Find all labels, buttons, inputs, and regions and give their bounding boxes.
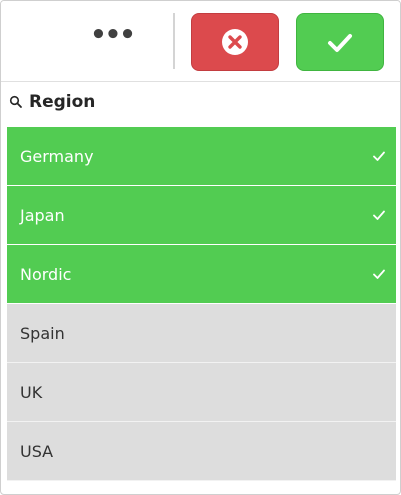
search-icon[interactable] bbox=[9, 95, 23, 109]
close-circle-icon bbox=[222, 29, 248, 55]
value-list: Germany Japan Nordic Spain UK USA bbox=[7, 127, 396, 481]
more-dots-icon: ••• bbox=[90, 20, 136, 50]
check-icon bbox=[373, 269, 385, 279]
selection-toolbar: ••• bbox=[1, 1, 400, 81]
selection-popover: ••• Region Germany Japan Nordic Spain UK… bbox=[0, 0, 401, 495]
list-item-nordic[interactable]: Nordic bbox=[7, 245, 396, 304]
list-item-usa[interactable]: USA bbox=[7, 422, 396, 481]
list-header: Region bbox=[1, 81, 400, 121]
confirm-selection-button[interactable] bbox=[296, 13, 384, 71]
field-title: Region bbox=[29, 91, 96, 112]
list-item-uk[interactable]: UK bbox=[7, 363, 396, 422]
list-item-germany[interactable]: Germany bbox=[7, 127, 396, 186]
list-item-japan[interactable]: Japan bbox=[7, 186, 396, 245]
list-item-label: UK bbox=[20, 382, 43, 402]
list-item-label: Japan bbox=[20, 205, 65, 225]
list-item-label: USA bbox=[20, 441, 54, 461]
list-item-label: Spain bbox=[20, 323, 65, 343]
check-icon bbox=[328, 34, 352, 52]
list-item-label: Germany bbox=[20, 146, 94, 166]
cancel-selection-button[interactable] bbox=[191, 13, 279, 71]
check-icon bbox=[373, 210, 385, 220]
more-options-button[interactable]: ••• bbox=[79, 13, 145, 69]
check-icon bbox=[373, 151, 385, 161]
toolbar-divider bbox=[173, 13, 175, 69]
list-item-label: Nordic bbox=[20, 264, 72, 284]
list-item-spain[interactable]: Spain bbox=[7, 304, 396, 363]
